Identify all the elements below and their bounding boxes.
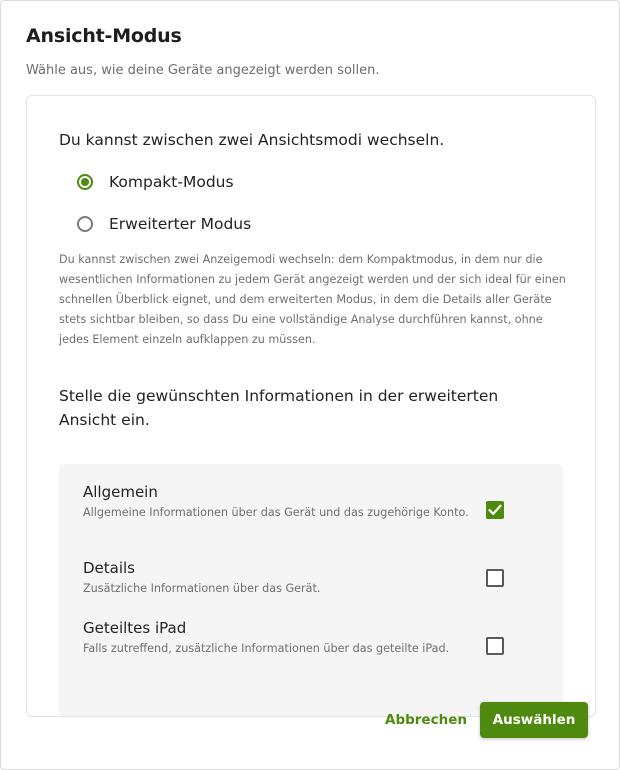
option-allgemein: Allgemein Allgemeine Informationen über … — [83, 482, 543, 520]
dialog-subtitle: Wähle aus, wie deine Geräte angezeigt we… — [26, 63, 380, 78]
radio-label-compact: Kompakt-Modus — [109, 173, 234, 191]
cancel-button[interactable]: Abbrechen — [379, 705, 473, 735]
mode-description: Du kannst zwischen zwei Anzeigemodi wech… — [59, 253, 566, 346]
mode-section-heading: Du kannst zwischen zwei Ansichtsmodi wec… — [59, 131, 445, 149]
option-title: Details — [83, 559, 136, 577]
option-description: Allgemeine Informationen über das Gerät … — [83, 506, 469, 519]
option-description: Falls zutreffend, zusätzliche Informatio… — [83, 642, 450, 655]
select-button[interactable]: Auswählen — [480, 702, 588, 738]
option-title: Allgemein — [83, 483, 158, 501]
view-mode-dialog: Ansicht-Modus Wähle aus, wie deine Gerät… — [0, 0, 620, 770]
checkmark-icon — [488, 504, 502, 515]
radio-compact-mode[interactable]: Kompakt-Modus — [77, 170, 234, 194]
checkbox-allgemein[interactable] — [486, 501, 504, 519]
radio-button-selected-icon[interactable] — [77, 174, 93, 190]
radio-label-extended: Erweiterter Modus — [109, 215, 252, 233]
info-section-heading: Stelle die gewünschten Informationen in … — [59, 387, 499, 429]
radio-button-unselected-icon[interactable] — [77, 216, 93, 232]
option-description: Zusätzliche Informationen über das Gerät… — [83, 582, 321, 595]
checkbox-geteiltes-ipad[interactable] — [486, 637, 504, 655]
option-details: Details Zusätzliche Informationen über d… — [83, 558, 543, 596]
option-title: Geteiltes iPad — [83, 619, 187, 637]
radio-extended-mode[interactable]: Erweiterter Modus — [77, 212, 251, 236]
checkbox-details[interactable] — [486, 569, 504, 587]
dialog-title: Ansicht-Modus — [26, 25, 182, 47]
info-options-panel: Allgemein Allgemeine Informationen über … — [59, 464, 563, 716]
option-geteiltes-ipad: Geteiltes iPad Falls zutreffend, zusätzl… — [83, 618, 543, 656]
settings-card: Du kannst zwischen zwei Ansichtsmodi wec… — [26, 95, 596, 717]
